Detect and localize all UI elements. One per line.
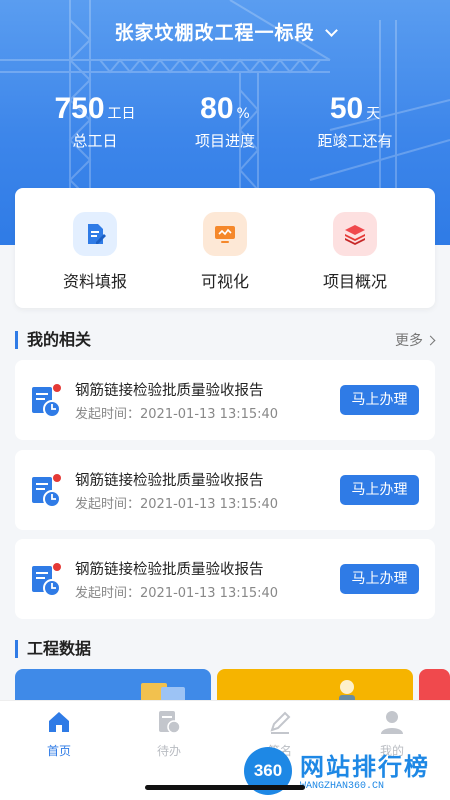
task-name: 钢筋链接检验批质量验收报告 — [75, 383, 264, 399]
tab-label: 首页 — [46, 744, 71, 758]
stat-value: 80 — [200, 92, 234, 125]
task-name: 钢筋链接检验批质量验收报告 — [75, 562, 264, 578]
stat-label: 距竣工还有 — [317, 132, 393, 150]
monitor-icon — [203, 212, 247, 256]
report-clock-icon — [32, 563, 61, 597]
pen-icon — [270, 711, 291, 734]
more-label: 更多 — [395, 333, 423, 349]
section-title-engineering-data: 工程数据 — [15, 640, 91, 658]
watermark-logo: 360 网站排行榜 WANGZHAN360.CN — [240, 745, 450, 800]
tab-label: 待办 — [156, 744, 181, 758]
stat-unit: 工日 — [107, 106, 136, 122]
quick-action-label: 资料填报 — [62, 272, 127, 291]
task-name: 钢筋链接检验批质量验收报告 — [75, 473, 264, 489]
task-item[interactable]: 钢筋链接检验批质量验收报告 发起时间：2021-01-13 13:15:40 马… — [15, 539, 435, 619]
stat-project-progress: 80% 项目进度 — [150, 92, 300, 151]
stat-days-to-completion: 50 天 距竣工还有 — [280, 92, 430, 151]
layers-icon — [333, 212, 377, 256]
task-time: 发起时间：2021-01-13 13:15:40 — [75, 586, 279, 601]
chevron-down-icon — [324, 24, 338, 37]
document-edit-icon — [73, 212, 117, 256]
report-clock-icon — [32, 384, 61, 418]
project-name: 张家坟棚改工程一标段 — [114, 22, 315, 44]
stat-label: 项目进度 — [194, 132, 255, 150]
more-link[interactable]: 更多 — [395, 330, 436, 350]
task-time: 发起时间：2021-01-13 13:15:40 — [75, 407, 279, 422]
quick-action-label: 项目概况 — [322, 272, 387, 291]
home-indicator — [145, 785, 305, 790]
section-title-my-related: 我的相关 — [15, 331, 91, 349]
todo-icon — [159, 711, 181, 734]
user-icon — [381, 711, 403, 734]
unread-dot — [53, 384, 61, 392]
stat-unit: 天 — [366, 106, 381, 122]
quick-action-visualization[interactable]: 可视化 — [165, 212, 285, 292]
handle-now-button[interactable]: 马上办理 — [340, 564, 419, 594]
stat-value: 750 — [54, 92, 105, 125]
home-icon — [49, 712, 69, 732]
quick-action-data-entry[interactable]: 资料填报 — [35, 212, 155, 292]
watermark-url: WANGZHAN360.CN — [300, 781, 385, 792]
task-time: 发起时间：2021-01-13 13:15:40 — [75, 497, 279, 512]
handle-now-button[interactable]: 马上办理 — [340, 385, 419, 415]
quick-actions-card: 资料填报 可视化 项目概况 — [15, 188, 435, 308]
tab-todo[interactable]: 待办 — [129, 709, 209, 759]
project-selector[interactable]: 张家坟棚改工程一标段 — [0, 18, 450, 45]
task-item[interactable]: 钢筋链接检验批质量验收报告 发起时间：2021-01-13 13:15:40 马… — [15, 360, 435, 440]
quick-action-label: 可视化 — [200, 272, 249, 291]
chevron-right-icon — [425, 335, 436, 346]
task-item[interactable]: 钢筋链接检验批质量验收报告 发起时间：2021-01-13 13:15:40 马… — [15, 450, 435, 530]
stat-total-workdays: 750 工日 总工日 — [20, 92, 170, 151]
watermark-text: 网站排行榜 — [300, 753, 430, 781]
tab-home[interactable]: 首页 — [19, 709, 99, 759]
stat-label: 总工日 — [72, 132, 118, 150]
report-clock-icon — [32, 474, 61, 508]
stat-value: 50 — [329, 92, 364, 125]
stat-unit: % — [236, 106, 250, 122]
handle-now-button[interactable]: 马上办理 — [340, 475, 419, 505]
quick-action-project-overview[interactable]: 项目概况 — [295, 212, 415, 292]
